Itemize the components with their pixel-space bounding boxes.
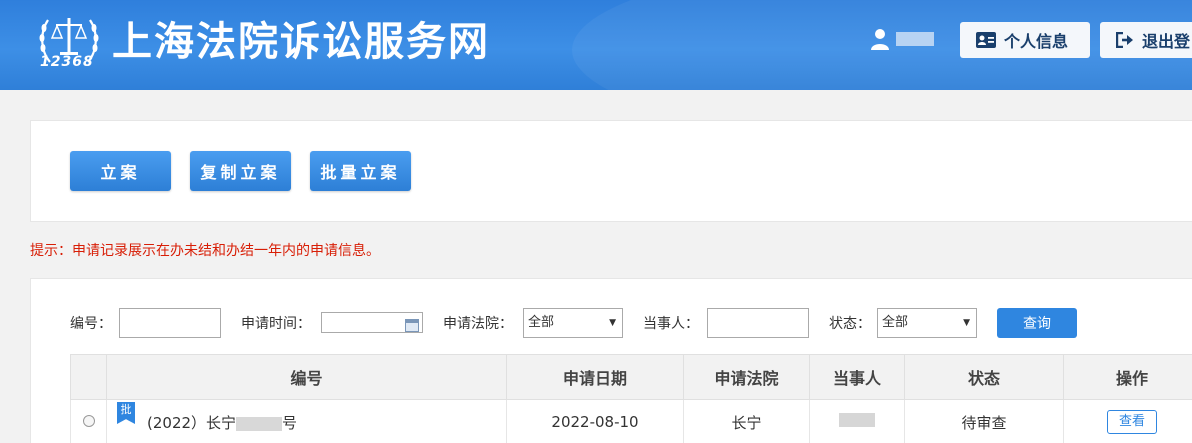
batch-tag-badge: 批 [117,402,135,424]
notice-tip: 提示：申请记录展示在办未结和办结一年内的申请信息。 [30,243,380,259]
action-cell: 查看 [1063,399,1192,443]
status-select-value: 全部 [882,315,909,330]
column-header: 状态 [904,354,1064,400]
row-select-cell [70,399,107,443]
user-name-redacted [896,32,934,46]
status-cell: 待审查 [904,399,1064,443]
case-number-cell: 批 (2022）长宁 号 [106,399,507,443]
court-select-value: 全部 [528,315,555,330]
column-header: 操作 [1063,354,1192,400]
redacted-text [236,416,283,431]
case-number: (2022）长宁 号 [147,412,297,433]
table-header-row: 编号 申请日期 申请法院 当事人 状态 操作 [70,354,1192,400]
batch-case-button[interactable]: 批量立案 [310,151,411,191]
results-table: 编号 申请日期 申请法院 当事人 状态 操作 批 (2022）长宁 号 2022-… [70,354,1192,443]
profile-button[interactable]: 个人信息 [960,22,1090,58]
court-select[interactable]: 全部 ▼ [523,308,623,338]
party-cell [809,399,905,443]
file-case-button[interactable]: 立案 [70,151,171,191]
apply-date-cell: 2022-08-10 [506,399,684,443]
status-label: 状态： [829,316,871,332]
logo-number: 12368 [40,54,94,70]
dropdown-arrow-icon: ▼ [963,318,970,328]
column-header: 申请日期 [506,354,684,400]
party-label: 当事人： [643,316,699,332]
row-radio[interactable] [82,415,95,427]
column-header: 当事人 [809,354,905,400]
apply-date-input[interactable] [321,312,423,333]
calendar-icon[interactable] [405,319,419,332]
redacted-party [839,413,875,427]
status-select[interactable]: 全部 ▼ [877,308,977,338]
number-input[interactable] [119,308,221,338]
case-number-prefix: (2022）长宁 [147,414,237,432]
copy-case-button[interactable]: 复制立案 [190,151,291,191]
user-icon [871,29,889,50]
dropdown-arrow-icon: ▼ [609,318,616,328]
party-input[interactable] [707,308,809,338]
profile-button-label: 个人信息 [1004,32,1069,51]
site-title: 上海法院诉讼服务网 [112,19,490,65]
number-label: 编号： [70,316,112,332]
query-button[interactable]: 查询 [997,308,1077,338]
column-header: 编号 [106,354,507,400]
select-column-header [70,354,107,400]
view-button[interactable]: 查看 [1107,410,1157,434]
court-label: 申请法院： [443,316,513,332]
table-row: 批 (2022）长宁 号 2022-08-10 长宁 待审查 查看 [70,399,1192,443]
court-cell: 长宁 [683,399,810,443]
logout-button-label: 退出登 [1142,32,1191,51]
site-header: 12368 上海法院诉讼服务网 个人信息 退出登 [0,0,1192,90]
apply-date-label: 申请时间： [241,316,311,332]
column-header: 申请法院 [683,354,810,400]
case-number-suffix: 号 [282,414,298,432]
logout-icon [1116,32,1133,48]
id-card-icon [976,32,996,48]
logout-button[interactable]: 退出登 [1100,22,1192,58]
